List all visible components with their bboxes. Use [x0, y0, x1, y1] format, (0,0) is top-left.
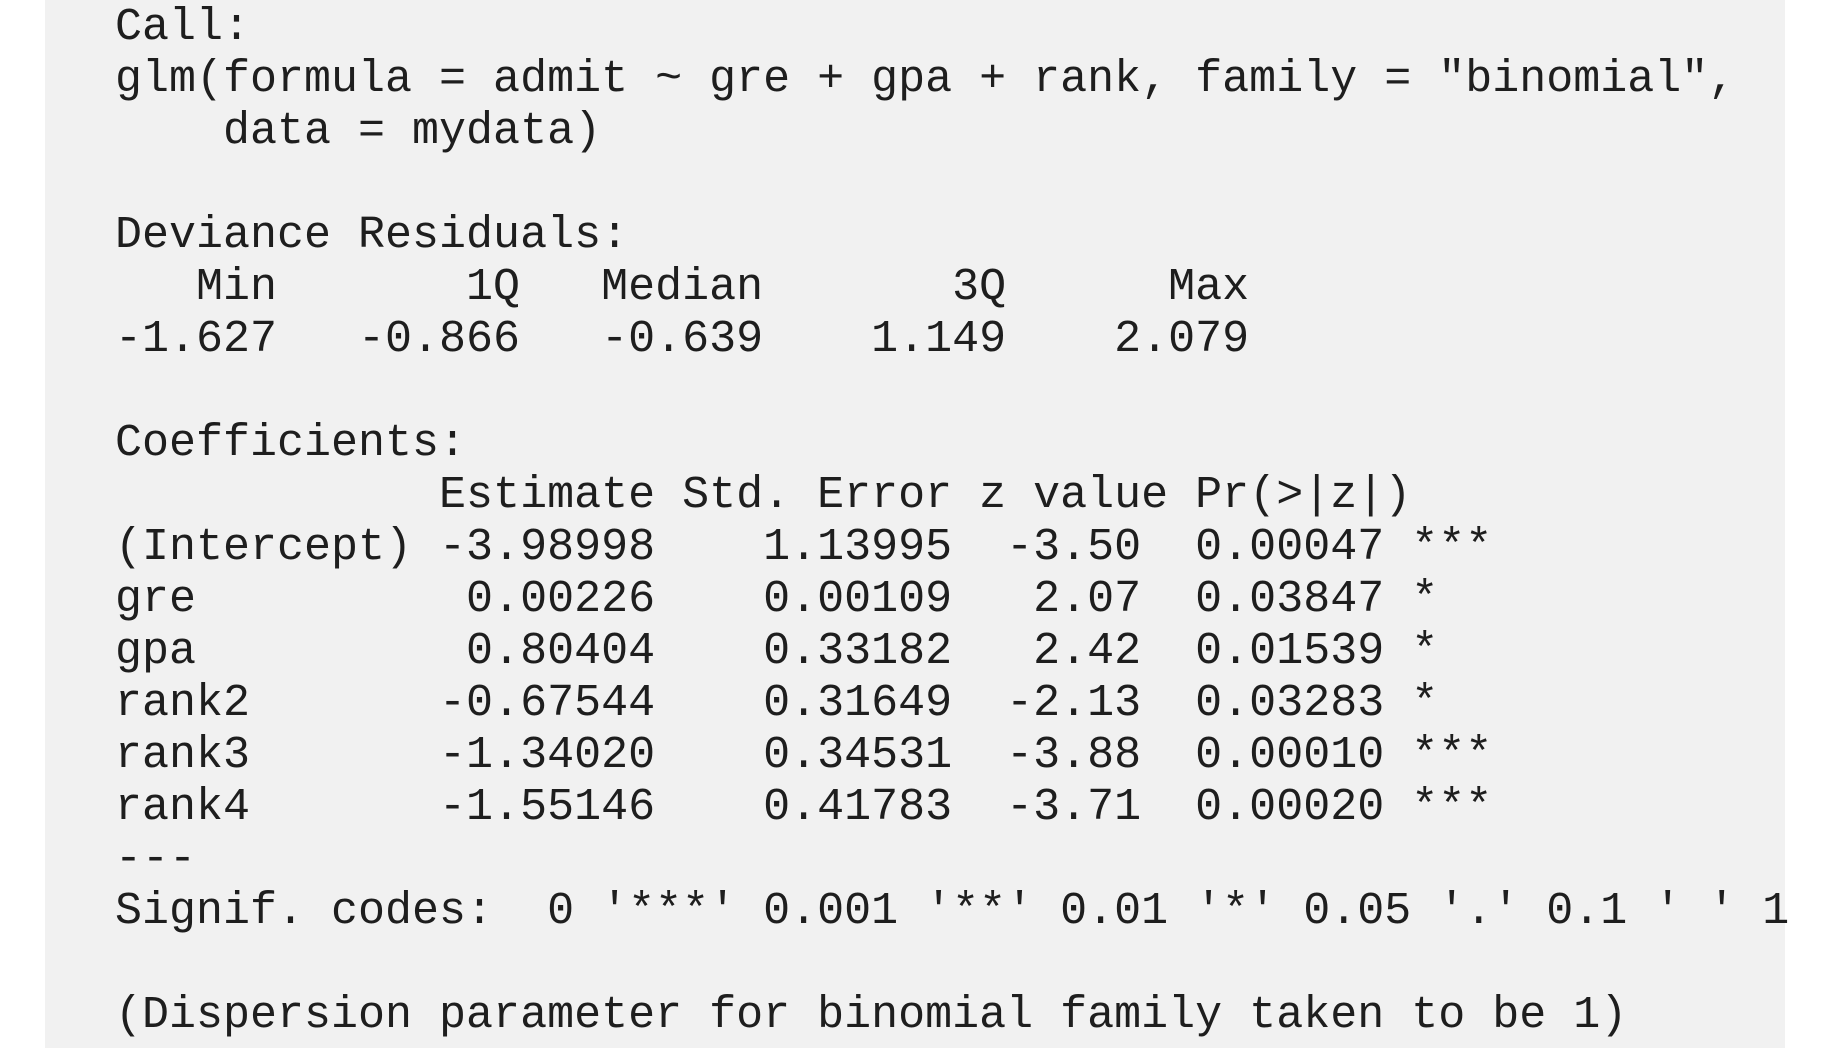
- call-data-line: data = mydata): [115, 106, 602, 157]
- deviance-residuals-header: Deviance Residuals:: [115, 210, 629, 261]
- r-console-output: Call: glm(formula = admit ~ gre + gpa + …: [45, 0, 1789, 1048]
- coefficient-row-rank3: rank3 -1.34020 0.34531 -3.88 0.00010 ***: [115, 730, 1493, 781]
- call-header: Call:: [115, 2, 251, 53]
- dispersion-note: (Dispersion parameter for binomial famil…: [115, 990, 1628, 1041]
- coefficient-row-rank4: rank4 -1.55146 0.41783 -3.71 0.00020 ***: [115, 782, 1493, 833]
- coefficient-row-gre: gre 0.00226 0.00109 2.07 0.03847 *: [115, 574, 1493, 625]
- coefficients-header: Coefficients:: [115, 418, 467, 469]
- separator-line: ---: [115, 834, 197, 885]
- coefficient-row-rank2: rank2 -0.67544 0.31649 -2.13 0.03283 *: [115, 678, 1493, 729]
- signif-codes-line: Signif. codes: 0 '***' 0.001 '**' 0.01 '…: [115, 886, 1790, 937]
- deviance-residuals-labels: Min 1Q Median 3Q Max: [115, 262, 1304, 313]
- deviance-residuals-values: -1.627 -0.866 -0.639 1.149 2.079: [115, 314, 1304, 365]
- call-formula-line: glm(formula = admit ~ gre + gpa + rank, …: [115, 54, 1736, 105]
- coefficient-row-intercept: (Intercept) -3.98998 1.13995 -3.50 0.000…: [115, 522, 1493, 573]
- coefficients-column-header: Estimate Std. Error z value Pr(>|z|): [115, 470, 1520, 521]
- coefficient-row-gpa: gpa 0.80404 0.33182 2.42 0.01539 *: [115, 626, 1493, 677]
